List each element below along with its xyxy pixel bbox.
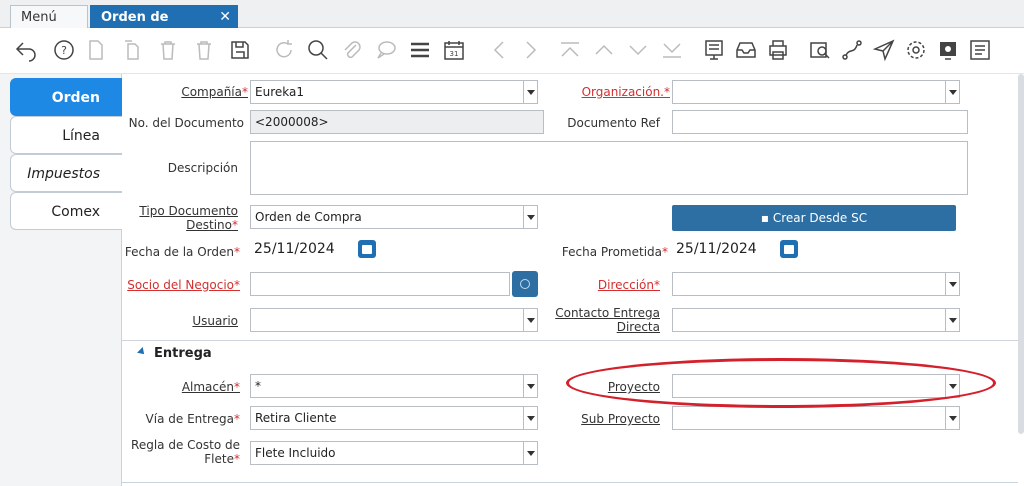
chevron-down-icon[interactable] [523, 81, 537, 103]
chevron-down-icon[interactable] [945, 81, 959, 103]
tipo-documento-field[interactable]: Orden de Compra [250, 205, 538, 229]
down-icon[interactable] [624, 36, 652, 64]
delete-selection-icon[interactable] [190, 36, 218, 64]
search-icon[interactable] [512, 271, 538, 297]
help-icon[interactable]: ? [50, 36, 78, 64]
attachment-icon[interactable] [338, 36, 366, 64]
no-documento-label: No. del Documento [128, 116, 244, 130]
calendar-icon[interactable] [780, 240, 798, 258]
svg-text:?: ? [61, 44, 67, 57]
usuario-field[interactable] [250, 308, 538, 332]
workflow-icon[interactable] [838, 36, 866, 64]
send-icon[interactable] [870, 36, 898, 64]
sidebar-item-linea[interactable]: Línea [10, 116, 122, 154]
bottom-divider [122, 482, 1018, 483]
next-icon[interactable] [516, 36, 544, 64]
sub-proyecto-label[interactable]: Sub Proyecto [542, 412, 660, 426]
chevron-down-icon[interactable] [523, 375, 537, 397]
contacto-entrega-field[interactable] [672, 308, 960, 332]
documento-ref-field[interactable] [672, 110, 968, 134]
process-icon[interactable] [934, 36, 962, 64]
direccion-label[interactable]: Dirección* [542, 278, 660, 292]
previous-icon[interactable] [486, 36, 514, 64]
organizacion-label[interactable]: Organización.* [542, 85, 670, 99]
chat-icon[interactable] [372, 36, 400, 64]
scrollbar[interactable] [1018, 74, 1024, 434]
archive-icon[interactable] [732, 36, 760, 64]
organizacion-field[interactable] [672, 80, 960, 104]
fecha-orden-field[interactable]: 25/11/2024 [250, 238, 376, 262]
up-icon[interactable] [590, 36, 618, 64]
refresh-icon[interactable] [270, 36, 298, 64]
chevron-down-icon[interactable] [945, 273, 959, 295]
direccion-field[interactable] [672, 272, 960, 296]
calendar-icon[interactable] [358, 240, 376, 258]
crear-desde-sc-button[interactable]: ▪ Crear Desde SC [672, 205, 956, 231]
close-icon[interactable]: ✕ [219, 6, 231, 29]
descripcion-field[interactable] [250, 141, 968, 195]
chevron-down-icon[interactable] [523, 206, 537, 228]
info-icon[interactable] [966, 36, 994, 64]
usuario-label[interactable]: Usuario [122, 314, 238, 328]
regla-costo-label: Regla de Costo de Flete* [131, 438, 240, 466]
tab-orden-de-compra[interactable]: Orden de Compra ✕ [90, 5, 238, 48]
sidebar-item-comex[interactable]: Comex [10, 192, 122, 230]
fecha-prometida-label: Fecha Prometida* [561, 245, 668, 259]
fecha-prometida-field[interactable]: 25/11/2024 [672, 238, 798, 262]
chevron-down-icon[interactable] [523, 407, 537, 429]
report-icon[interactable] [700, 36, 728, 64]
highlight-ellipse [566, 358, 996, 408]
regla-costo-field[interactable]: Flete Incluido [250, 441, 538, 465]
settings-icon[interactable] [902, 36, 930, 64]
first-icon[interactable] [556, 36, 584, 64]
document-icon: ▪ [760, 211, 773, 225]
find-icon[interactable] [304, 36, 332, 64]
section-divider [122, 340, 1018, 341]
delete-icon[interactable] [154, 36, 182, 64]
via-entrega-field[interactable]: Retira Cliente [250, 406, 538, 430]
sidebar: Orden Línea Impuestos Comex [0, 74, 122, 486]
toolbar: ? 31 [0, 28, 1024, 74]
chevron-down-icon[interactable] [523, 309, 537, 331]
descripcion-label: Descripción [167, 161, 238, 175]
almacen-label[interactable]: Almacén* [122, 380, 240, 394]
window-tab-bar: Menú (0) Orden de Compra ✕ [0, 0, 1024, 48]
documento-ref-label: Documento Ref [567, 116, 660, 130]
chevron-down-icon[interactable] [945, 407, 959, 429]
compania-field[interactable]: Eureka1 [250, 80, 538, 104]
chevron-down-icon[interactable] [945, 309, 959, 331]
almacen-field[interactable]: * [250, 374, 538, 398]
socio-negocio-field[interactable] [250, 272, 510, 296]
last-icon[interactable] [658, 36, 686, 64]
contacto-entrega-label[interactable]: Contacto Entrega Directa [542, 306, 660, 334]
no-documento-field[interactable]: <2000008> [250, 110, 544, 134]
fecha-orden-label: Fecha de la Orden* [124, 245, 240, 259]
form-panel: Compañía* Eureka1 Organización.* No. del… [122, 74, 1018, 486]
print-icon[interactable] [764, 36, 792, 64]
calendar-icon[interactable]: 31 [440, 36, 468, 64]
copy-icon[interactable] [118, 36, 146, 64]
tipo-documento-label[interactable]: Tipo Documento Destino* [122, 204, 238, 232]
chevron-down-icon[interactable] [523, 442, 537, 464]
tab-menu[interactable]: Menú (0) [10, 5, 88, 48]
svg-text:31: 31 [450, 50, 459, 58]
sub-proyecto-field[interactable] [672, 406, 960, 430]
via-entrega-label: Vía de Entrega* [145, 412, 240, 426]
compania-label[interactable]: Compañía* [132, 85, 248, 99]
save-icon[interactable] [226, 36, 254, 64]
grid-toggle-icon[interactable] [406, 36, 434, 64]
zoom-across-icon[interactable] [806, 36, 834, 64]
new-icon[interactable] [82, 36, 110, 64]
socio-negocio-label[interactable]: Socio del Negocio* [122, 278, 240, 292]
sidebar-item-orden[interactable]: Orden [10, 78, 122, 116]
undo-icon[interactable] [12, 36, 40, 64]
entrega-section-header[interactable]: Entrega [136, 346, 212, 361]
sidebar-item-impuestos[interactable]: Impuestos [10, 154, 122, 192]
